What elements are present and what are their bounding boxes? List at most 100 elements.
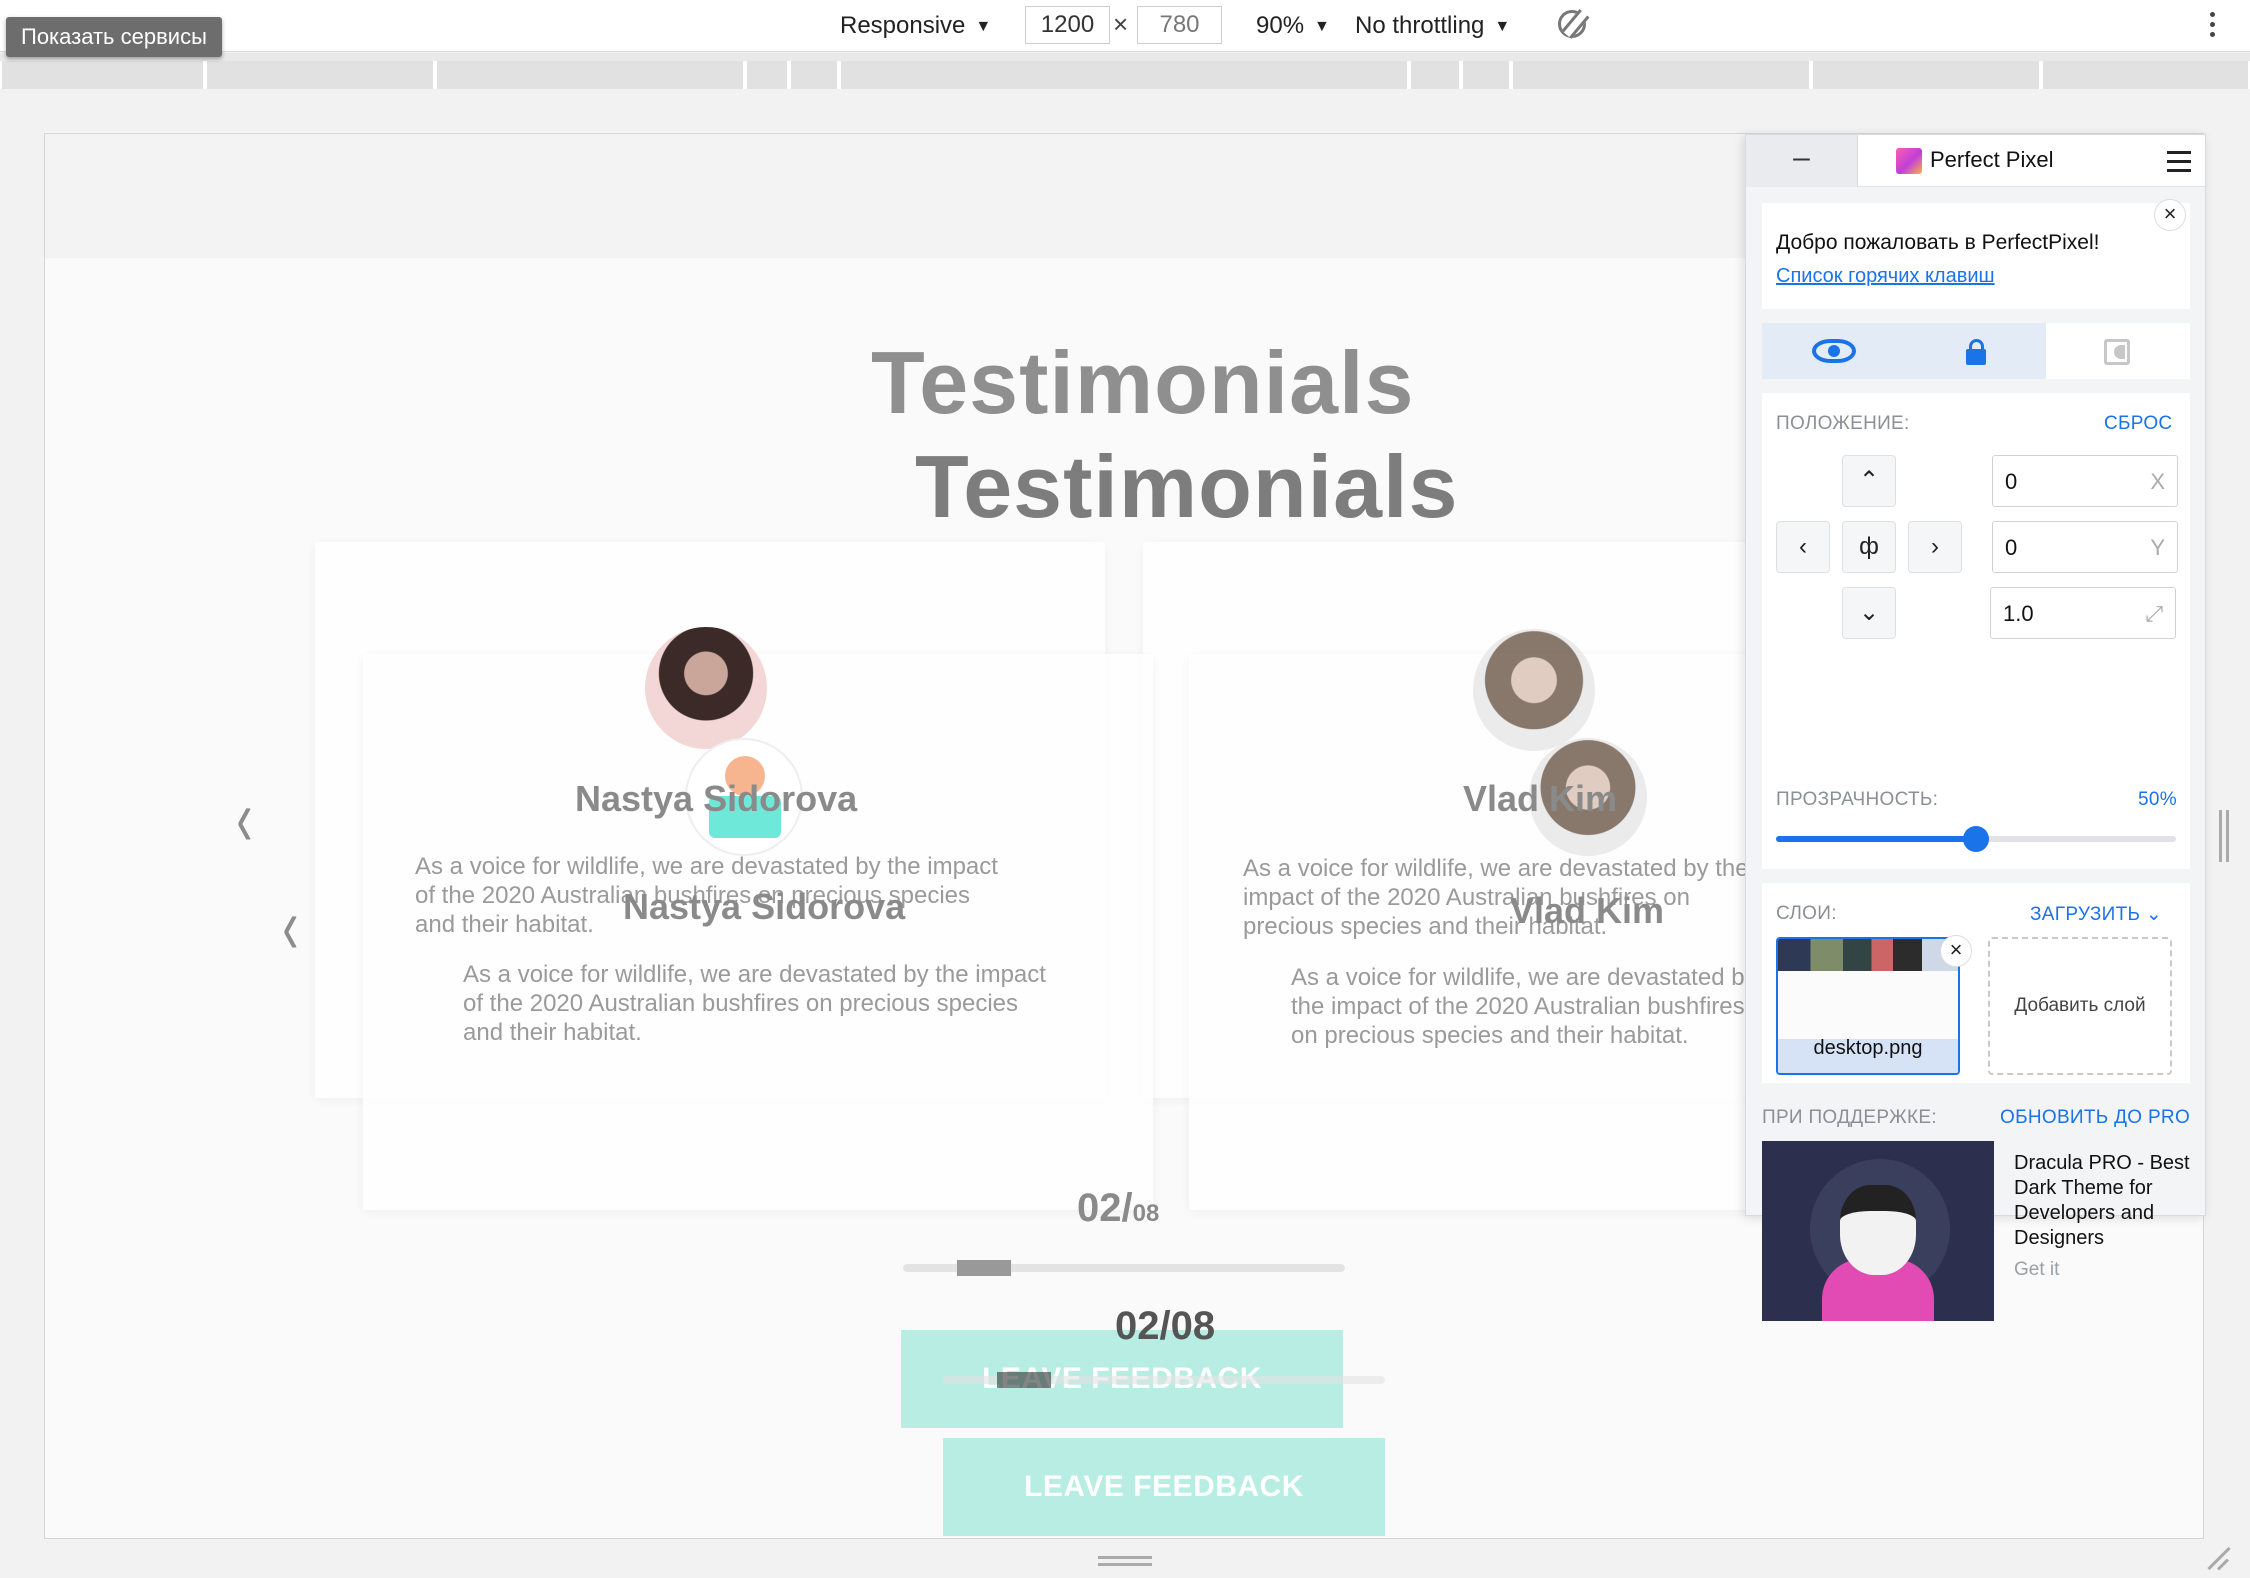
- position-label: ПОЛОЖЕНИЕ:: [1776, 413, 1910, 434]
- perfect-pixel-logo-icon: [1896, 148, 1922, 174]
- media-query-segment[interactable]: [1461, 61, 1511, 89]
- horizontal-resize-handle[interactable]: [1098, 1556, 1152, 1566]
- media-query-segment[interactable]: [745, 61, 789, 89]
- scale-input[interactable]: 1.0 ⤢: [1990, 587, 2176, 639]
- remove-layer-icon[interactable]: ×: [1940, 935, 1972, 967]
- slider-progress-thumb[interactable]: [957, 1260, 1011, 1276]
- slider-progress-thumb[interactable]: [997, 1372, 1051, 1388]
- eye-icon: [1812, 339, 1856, 363]
- sponsor-label: ПРИ ПОДДЕРЖКЕ:: [1762, 1107, 1937, 1128]
- opacity-slider-fill: [1776, 836, 1976, 842]
- hamburger-menu-icon[interactable]: [2167, 151, 2191, 178]
- rotate-icon[interactable]: [1558, 10, 1586, 38]
- x-offset-value: 0: [2005, 469, 2018, 494]
- media-query-segment[interactable]: [1811, 61, 2041, 89]
- throttling-select[interactable]: No throttling ▼: [1355, 8, 1510, 44]
- upload-label: ЗАГРУЗИТЬ: [2030, 904, 2141, 925]
- slide-counter-total: 08: [1132, 1200, 1160, 1227]
- show-services-button[interactable]: Показать сервисы: [6, 17, 222, 57]
- testimonial-quote: As a voice for wildlife, we are devastat…: [463, 961, 1046, 1046]
- zoom-select[interactable]: 90% ▼: [1256, 8, 1330, 44]
- x-offset-input[interactable]: 0X: [1992, 455, 2178, 507]
- add-layer-button[interactable]: Добавить слой: [1988, 937, 2172, 1075]
- layers-label: СЛОИ:: [1776, 903, 1837, 924]
- slider-progress-overlay[interactable]: [903, 1260, 1345, 1276]
- opacity-slider[interactable]: [1776, 826, 2176, 852]
- media-query-segment[interactable]: [2041, 61, 2250, 89]
- more-vert-icon[interactable]: [2210, 12, 2216, 40]
- layer-name: desktop.png: [1813, 1037, 1923, 1059]
- testimonial-quote: As a voice for wildlife, we are devastat…: [1291, 964, 1757, 1049]
- device-toolbar: Responsive ▼ 1200 × 780 90% ▼ No throttlin…: [0, 0, 2250, 52]
- toggle-difference-button[interactable]: [2046, 323, 2190, 379]
- y-unit-label: Y: [2150, 535, 2165, 560]
- zoom-select-label: 90%: [1256, 12, 1305, 39]
- device-select-label: Responsive: [840, 12, 966, 39]
- device-select[interactable]: Responsive ▼: [840, 8, 991, 44]
- dracula-ad-image[interactable]: [1762, 1141, 1994, 1321]
- slider-progress[interactable]: [943, 1372, 1385, 1388]
- media-query-segment[interactable]: [205, 61, 435, 89]
- media-query-segment[interactable]: [1409, 61, 1461, 89]
- chevron-left-icon[interactable]: ‹: [282, 880, 298, 972]
- arrow-right-icon[interactable]: ›: [1908, 521, 1962, 573]
- media-query-segment[interactable]: [0, 61, 205, 89]
- y-offset-value: 0: [2005, 535, 2018, 560]
- slide-counter-overlay: 02/08: [1077, 1186, 1159, 1231]
- ad-face: [1840, 1185, 1916, 1275]
- y-offset-input[interactable]: 0Y: [1992, 521, 2178, 573]
- upgrade-pro-link[interactable]: ОБНОВИТЬ ДО PRO: [2000, 1107, 2190, 1129]
- testimonial-name-overlay: Vlad Kim: [1463, 778, 1618, 819]
- throttling-select-label: No throttling: [1355, 12, 1485, 39]
- arrow-left-icon[interactable]: ‹: [1776, 521, 1830, 573]
- media-query-segment[interactable]: [1511, 61, 1811, 89]
- layer-thumbnail[interactable]: desktop.png: [1776, 937, 1960, 1075]
- opacity-value: 50%: [2138, 789, 2177, 810]
- hotkeys-link[interactable]: Список горячих клавиш: [1776, 265, 1995, 288]
- perfect-pixel-header: – Perfect Pixel: [1746, 135, 2205, 187]
- toggle-lock-button[interactable]: [1904, 323, 2046, 379]
- minimize-button[interactable]: –: [1746, 135, 1858, 187]
- center-button[interactable]: ф: [1842, 521, 1896, 573]
- media-query-segment[interactable]: [839, 61, 1409, 89]
- avatar: [1473, 629, 1595, 751]
- leave-feedback-button[interactable]: LEAVE FEEDBACK: [943, 1438, 1385, 1536]
- vertical-resize-handle[interactable]: [2219, 810, 2229, 862]
- width-input[interactable]: 1200: [1025, 6, 1110, 44]
- resize-diagonal-icon[interactable]: [2206, 1545, 2232, 1571]
- toggle-visibility-button[interactable]: [1762, 323, 1904, 379]
- layer-preview-strip: [1778, 939, 1958, 971]
- viewport-margin: [0, 89, 2250, 133]
- section-title: Testimonials: [915, 437, 1459, 536]
- caret-down-icon: ▼: [975, 18, 992, 35]
- testimonial-quote-overlay: As a voice for wildlife, we are devastat…: [1243, 855, 1749, 940]
- media-query-segment[interactable]: [435, 61, 745, 89]
- lock-icon: [1966, 339, 1986, 365]
- ad-text[interactable]: Dracula PRO - Best Dark Theme for Develo…: [2014, 1151, 2194, 1251]
- scale-value: 1.0: [2003, 601, 2034, 626]
- media-query-bar[interactable]: [0, 53, 2250, 89]
- difference-icon: [2104, 339, 2130, 365]
- arrow-up-icon[interactable]: ⌃: [1842, 455, 1896, 507]
- testimonial-name: Nastya Sidorova: [623, 886, 906, 927]
- testimonial-name-overlay: Nastya Sidorova: [575, 778, 858, 819]
- chevron-left-icon[interactable]: ‹: [236, 772, 252, 864]
- avatar: [645, 627, 767, 749]
- sponsor-row: ПРИ ПОДДЕРЖКЕ: ОБНОВИТЬ ДО PRO: [1746, 1103, 2205, 1133]
- times-icon: ×: [1113, 9, 1129, 39]
- media-query-segment[interactable]: [789, 61, 839, 89]
- chevron-down-icon: ⌄: [2145, 904, 2163, 925]
- height-input[interactable]: 780: [1137, 6, 1222, 44]
- section-title-overlay: Testimonials: [871, 333, 1415, 432]
- caret-down-icon: ▼: [1314, 18, 1330, 35]
- caret-down-icon: ▼: [1494, 18, 1511, 35]
- close-icon[interactable]: ×: [2154, 199, 2186, 231]
- arrow-down-icon[interactable]: ⌄: [1842, 587, 1896, 639]
- opacity-slider-knob[interactable]: [1963, 826, 1989, 852]
- reset-button[interactable]: СБРОС: [2104, 413, 2172, 435]
- upload-button[interactable]: ЗАГРУЗИТЬ ⌄: [2030, 903, 2162, 926]
- testimonial-name: Vlad Kim: [1510, 890, 1665, 931]
- perfect-pixel-title: Perfect Pixel: [1930, 147, 2054, 172]
- ad-cta-link[interactable]: Get it: [2014, 1259, 2059, 1281]
- layers-box: СЛОИ: ЗАГРУЗИТЬ ⌄ desktop.png × Добавить…: [1762, 883, 2190, 1083]
